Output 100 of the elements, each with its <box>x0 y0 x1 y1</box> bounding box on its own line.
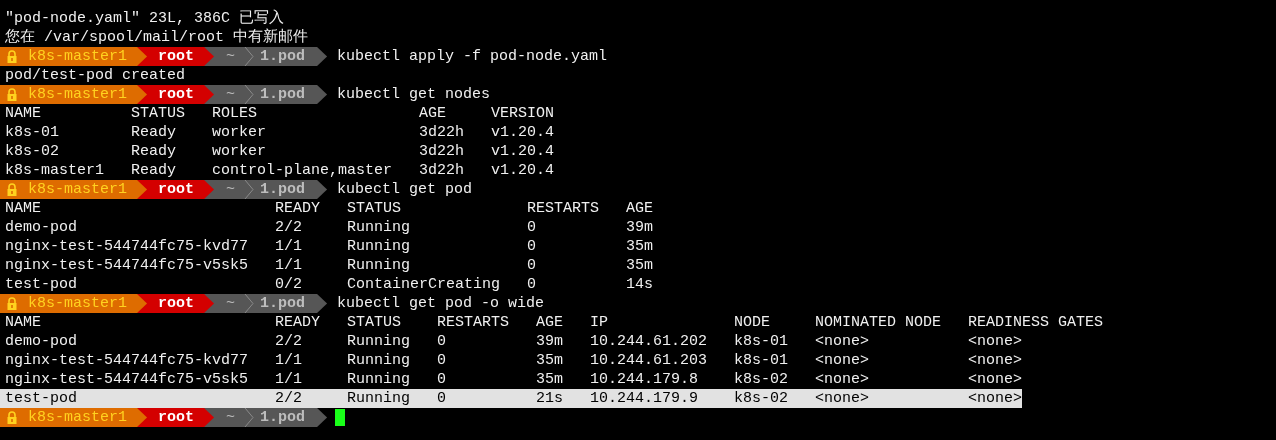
table-cell: Ready <box>131 124 177 141</box>
column-header: READY <box>275 314 321 331</box>
column-header: NAME <box>5 314 41 331</box>
table-cell: 0 <box>437 390 447 407</box>
table-cell: 35m <box>536 371 564 388</box>
column-header: NAME <box>5 200 41 217</box>
table-cell: k8s-02 <box>734 371 789 388</box>
table-cell: 39m <box>626 219 654 236</box>
command-text: kubectl get pod <box>337 180 473 199</box>
chevron-icon <box>244 85 255 104</box>
host-name: k8s-master1 <box>28 180 128 199</box>
table-cell: 3d22h <box>419 124 465 141</box>
chevron-icon <box>244 180 255 199</box>
table-cell: 10.244.179.9 <box>590 390 699 407</box>
column-header: AGE <box>419 105 447 122</box>
table-cell: 2/2 <box>275 333 303 350</box>
table-cell: <none> <box>968 352 1023 369</box>
table-cell: <none> <box>815 352 870 369</box>
table-cell: nginx-test-544744fc75-v5sk5 <box>5 257 249 274</box>
column-header: RESTARTS <box>437 314 510 331</box>
table-cell: v1.20.4 <box>491 162 555 179</box>
chevron-icon <box>244 294 255 313</box>
table-cell: Running <box>347 352 411 369</box>
table-cell: <none> <box>968 333 1023 350</box>
command-text: kubectl get pod -o wide <box>337 294 545 313</box>
table-cell: demo-pod <box>5 219 77 236</box>
table-cell: demo-pod <box>5 333 77 350</box>
table-cell: <none> <box>968 390 1023 407</box>
table-cell: Running <box>347 219 411 236</box>
table-cell: 1/1 <box>275 352 303 369</box>
column-header: NOMINATED NODE <box>815 314 942 331</box>
table-cell: 3d22h <box>419 143 465 160</box>
column-header: NODE <box>734 314 771 331</box>
command-text: kubectl get nodes <box>337 85 491 104</box>
lock-icon <box>7 297 17 310</box>
output-text: 您在 /var/spool/mail/root 中有新邮件 <box>5 28 309 47</box>
chevron-icon <box>244 47 255 66</box>
lock-icon <box>7 411 17 424</box>
host-name: k8s-master1 <box>28 408 128 427</box>
path-text: 1.pod <box>260 85 306 104</box>
table-cell: 14s <box>626 276 654 293</box>
table-cell: 10.244.61.203 <box>590 352 708 369</box>
path-text: ~ <box>226 47 236 66</box>
table-cell: k8s-01 <box>734 352 789 369</box>
table-cell: k8s-01 <box>734 333 789 350</box>
table-cell: k8s-master1 <box>5 162 105 179</box>
path-text: 1.pod <box>260 294 306 313</box>
table-cell: 1/1 <box>275 371 303 388</box>
table-cell: 0/2 <box>275 276 303 293</box>
table-cell: Ready <box>131 143 177 160</box>
table-cell: 0 <box>437 371 447 388</box>
lock-icon <box>7 50 17 63</box>
table-cell: nginx-test-544744fc75-v5sk5 <box>5 371 249 388</box>
table-cell: <none> <box>815 371 870 388</box>
table-cell: 35m <box>536 352 564 369</box>
path-text: ~ <box>226 294 236 313</box>
column-header: IP <box>590 314 609 331</box>
path-text: ~ <box>226 85 236 104</box>
table-cell: 2/2 <box>275 219 303 236</box>
table-cell: 39m <box>536 333 564 350</box>
table-cell: 1/1 <box>275 238 303 255</box>
column-header: READY <box>275 200 321 217</box>
column-header: VERSION <box>491 105 555 122</box>
column-header: RESTARTS <box>527 200 600 217</box>
table-cell: Running <box>347 333 411 350</box>
table-cell: 0 <box>527 276 537 293</box>
table-cell: ContainerCreating <box>347 276 501 293</box>
path-text: ~ <box>226 408 236 427</box>
table-cell: v1.20.4 <box>491 124 555 141</box>
table-cell: nginx-test-544744fc75-kvd77 <box>5 352 249 369</box>
path-text: 1.pod <box>260 180 306 199</box>
table-cell: control-plane,master <box>212 162 393 179</box>
table-cell: nginx-test-544744fc75-kvd77 <box>5 238 249 255</box>
host-name: k8s-master1 <box>28 47 128 66</box>
table-cell: Ready <box>131 162 177 179</box>
table-cell: <none> <box>815 333 870 350</box>
column-header: STATUS <box>131 105 186 122</box>
table-cell: test-pod <box>5 390 77 407</box>
host-name: k8s-master1 <box>28 85 128 104</box>
lock-icon <box>7 88 17 101</box>
table-cell: test-pod <box>5 276 77 293</box>
lock-icon <box>7 183 17 196</box>
column-header: STATUS <box>347 314 402 331</box>
chevron-icon <box>244 408 255 427</box>
table-cell: <none> <box>815 390 870 407</box>
table-cell: 0 <box>527 238 537 255</box>
output-text: pod/test-pod created <box>5 66 186 85</box>
table-cell: 10.244.179.8 <box>590 371 699 388</box>
table-cell: 3d22h <box>419 162 465 179</box>
path-text: 1.pod <box>260 47 306 66</box>
table-cell: 2/2 <box>275 390 303 407</box>
command-text: kubectl apply -f pod-node.yaml <box>337 47 608 66</box>
column-header: AGE <box>536 314 564 331</box>
table-cell: k8s-01 <box>5 124 59 141</box>
table-cell: k8s-02 <box>5 143 59 160</box>
table-cell: v1.20.4 <box>491 143 555 160</box>
table-cell: Running <box>347 371 411 388</box>
table-cell: 0 <box>527 219 537 236</box>
host-name: k8s-master1 <box>28 294 128 313</box>
table-cell: 0 <box>527 257 537 274</box>
